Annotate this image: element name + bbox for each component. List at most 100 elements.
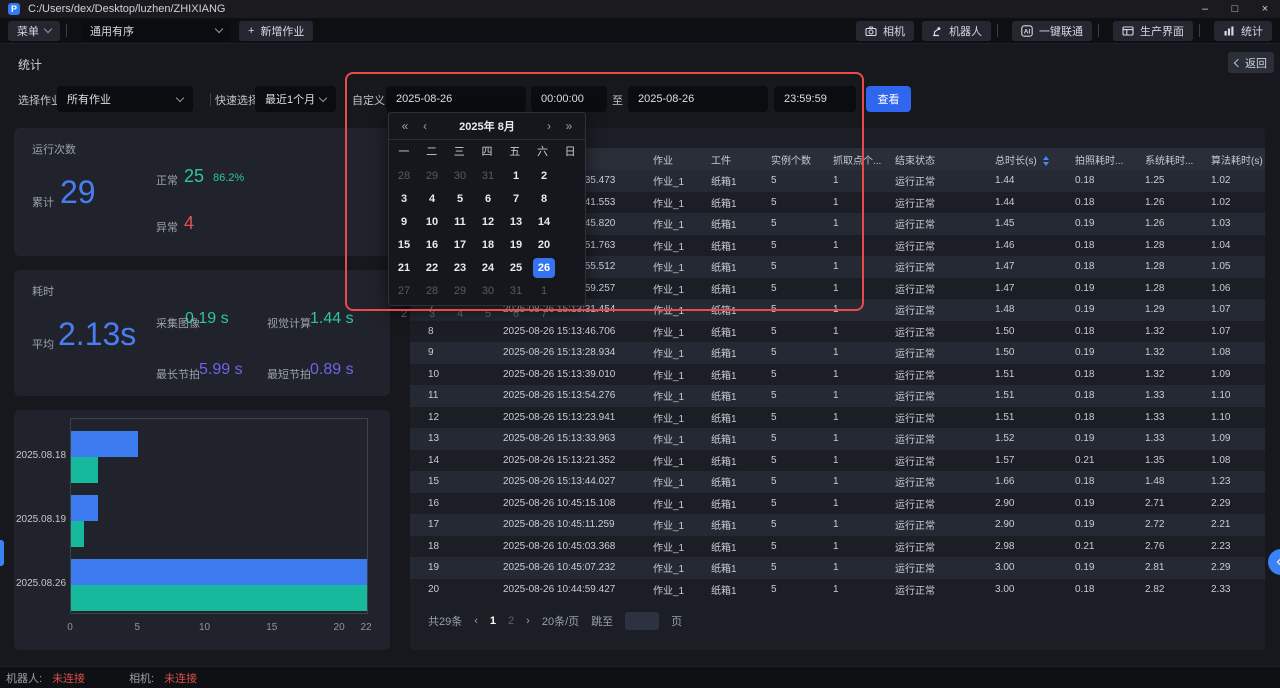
- table-cell: 运行正常: [882, 431, 982, 446]
- next-page-button[interactable]: ›: [526, 615, 530, 627]
- calendar-day[interactable]: 6: [502, 302, 530, 325]
- calendar-day[interactable]: 10: [418, 210, 446, 233]
- calendar-day[interactable]: 7: [502, 187, 530, 210]
- calendar-day[interactable]: 3: [390, 187, 418, 210]
- calendar-day[interactable]: 31: [502, 279, 530, 302]
- calendar-day[interactable]: 15: [390, 233, 418, 256]
- calendar-day[interactable]: 27: [390, 279, 418, 302]
- table-cell: 作业_1: [640, 281, 698, 296]
- table-row[interactable]: 172025-08-26 10:45:11.259作业_1纸箱151运行正常2.…: [410, 514, 1265, 536]
- calendar-day[interactable]: 30: [474, 279, 502, 302]
- table-row[interactable]: 132025-08-26 15:13:33.963作业_1纸箱151运行正常1.…: [410, 428, 1265, 450]
- calendar-day[interactable]: 12: [474, 210, 502, 233]
- calendar-day[interactable]: 29: [418, 164, 446, 187]
- calendar-day[interactable]: 14: [530, 210, 558, 233]
- calendar-day[interactable]: 17: [446, 233, 474, 256]
- minimize-button[interactable]: –: [1190, 0, 1220, 18]
- prev-page-button[interactable]: ‹: [474, 615, 478, 627]
- close-button[interactable]: ×: [1250, 0, 1280, 18]
- table-row[interactable]: 112025-08-26 15:13:54.276作业_1纸箱151运行正常1.…: [410, 385, 1265, 407]
- start-date-input[interactable]: [386, 86, 526, 112]
- calendar-day[interactable]: 2: [530, 164, 558, 187]
- page-1-button[interactable]: 1: [490, 615, 496, 627]
- sort-carets-icon[interactable]: [1043, 156, 1049, 166]
- calendar-day[interactable]: 28: [390, 164, 418, 187]
- calendar-day[interactable]: 23: [446, 256, 474, 279]
- start-time-input[interactable]: [531, 86, 607, 112]
- robot-button[interactable]: 机器人: [922, 21, 991, 41]
- calendar-day[interactable]: 5: [474, 302, 502, 325]
- calendar-day[interactable]: 25: [502, 256, 530, 279]
- prev-year-button[interactable]: «: [399, 119, 411, 133]
- table-cell: 纸箱1: [698, 431, 758, 446]
- calendar-day[interactable]: 8: [530, 187, 558, 210]
- calendar-day[interactable]: 9: [390, 210, 418, 233]
- calendar-month-title[interactable]: 2025年 8月: [439, 118, 535, 134]
- jump-page-input[interactable]: [625, 612, 659, 630]
- calendar-day[interactable]: 1: [530, 279, 558, 302]
- calendar-day[interactable]: 21: [390, 256, 418, 279]
- new-job-button[interactable]: + 新增作业: [239, 21, 313, 41]
- table-row[interactable]: 192025-08-26 10:45:07.232作业_1纸箱151运行正常3.…: [410, 557, 1265, 579]
- calendar-day[interactable]: 24: [474, 256, 502, 279]
- table-row[interactable]: 202025-08-26 10:44:59.427作业_1纸箱151运行正常3.…: [410, 579, 1265, 601]
- app-logo-icon: P: [8, 3, 20, 15]
- production-view-button[interactable]: 生产界面: [1113, 21, 1193, 41]
- collapse-panel-button[interactable]: [1268, 549, 1280, 575]
- end-time-input[interactable]: [774, 86, 856, 112]
- table-cell: 1.51: [982, 390, 1062, 401]
- table-row[interactable]: 102025-08-26 15:13:39.010作业_1纸箱151运行正常1.…: [410, 364, 1265, 386]
- calendar-day[interactable]: 29: [446, 279, 474, 302]
- calendar-day[interactable]: 19: [502, 233, 530, 256]
- calendar-weekday: 四: [473, 140, 501, 164]
- calendar-day[interactable]: 26: [530, 256, 558, 279]
- elapsed-time-card: 耗时 平均 2.13s 采集图像 0.19 s 视觉计算 1.44 s 最长节拍…: [14, 270, 390, 396]
- calendar-day[interactable]: 5: [446, 187, 474, 210]
- job-select[interactable]: 所有作业: [57, 86, 193, 112]
- calendar-day[interactable]: 1: [502, 164, 530, 187]
- calendar-day[interactable]: 20: [530, 233, 558, 256]
- table-cell: 5: [758, 347, 820, 358]
- one-key-connect-button[interactable]: AI 一键联通: [1012, 21, 1092, 41]
- table-row[interactable]: 152025-08-26 15:13:44.027作业_1纸箱151运行正常1.…: [410, 471, 1265, 493]
- table-cell: 作业_1: [640, 582, 698, 597]
- menu-dropdown[interactable]: 菜单: [8, 21, 60, 41]
- table-row[interactable]: 92025-08-26 15:13:28.934作业_1纸箱151运行正常1.5…: [410, 342, 1265, 364]
- calendar-day[interactable]: 13: [502, 210, 530, 233]
- quick-select[interactable]: 最近1个月: [255, 86, 336, 112]
- table-cell: 1.46: [982, 240, 1062, 251]
- table-row[interactable]: 162025-08-26 10:45:15.108作业_1纸箱151运行正常2.…: [410, 493, 1265, 515]
- calendar-day[interactable]: 4: [446, 302, 474, 325]
- table-row[interactable]: 182025-08-26 10:45:03.368作业_1纸箱151运行正常2.…: [410, 536, 1265, 558]
- calendar-day[interactable]: 3: [418, 302, 446, 325]
- maximize-button[interactable]: □: [1220, 0, 1250, 18]
- calendar-day[interactable]: 16: [418, 233, 446, 256]
- next-year-button[interactable]: »: [563, 119, 575, 133]
- calendar-day[interactable]: 22: [418, 256, 446, 279]
- back-button[interactable]: 返回: [1228, 52, 1274, 73]
- table-row[interactable]: 142025-08-26 15:13:21.352作业_1纸箱151运行正常1.…: [410, 450, 1265, 472]
- table-cell: 纸箱1: [698, 195, 758, 210]
- table-row[interactable]: 122025-08-26 15:13:23.941作业_1纸箱151运行正常1.…: [410, 407, 1265, 429]
- page-2-button[interactable]: 2: [508, 615, 514, 627]
- left-edge-tab[interactable]: [0, 540, 4, 566]
- camera-button[interactable]: 相机: [856, 21, 914, 41]
- next-month-button[interactable]: ›: [543, 119, 555, 133]
- table-column-header[interactable]: 总时长(s): [982, 152, 1062, 167]
- prev-month-button[interactable]: ‹: [419, 119, 431, 133]
- calendar-day[interactable]: 4: [418, 187, 446, 210]
- calendar-day[interactable]: 31: [474, 164, 502, 187]
- view-button[interactable]: 查看: [866, 86, 911, 112]
- table-cell: 17: [410, 519, 490, 530]
- stats-button[interactable]: 统计: [1214, 21, 1272, 41]
- calendar-day[interactable]: 11: [446, 210, 474, 233]
- calendar-day[interactable]: 7: [530, 302, 558, 325]
- table-cell: 1.07: [1198, 326, 1265, 337]
- calendar-day[interactable]: 18: [474, 233, 502, 256]
- calendar-day[interactable]: 2: [390, 302, 418, 325]
- calendar-day[interactable]: 30: [446, 164, 474, 187]
- calendar-day[interactable]: 28: [418, 279, 446, 302]
- end-date-input[interactable]: [628, 86, 768, 112]
- mode-select[interactable]: 通用有序: [81, 21, 231, 41]
- calendar-day[interactable]: 6: [474, 187, 502, 210]
